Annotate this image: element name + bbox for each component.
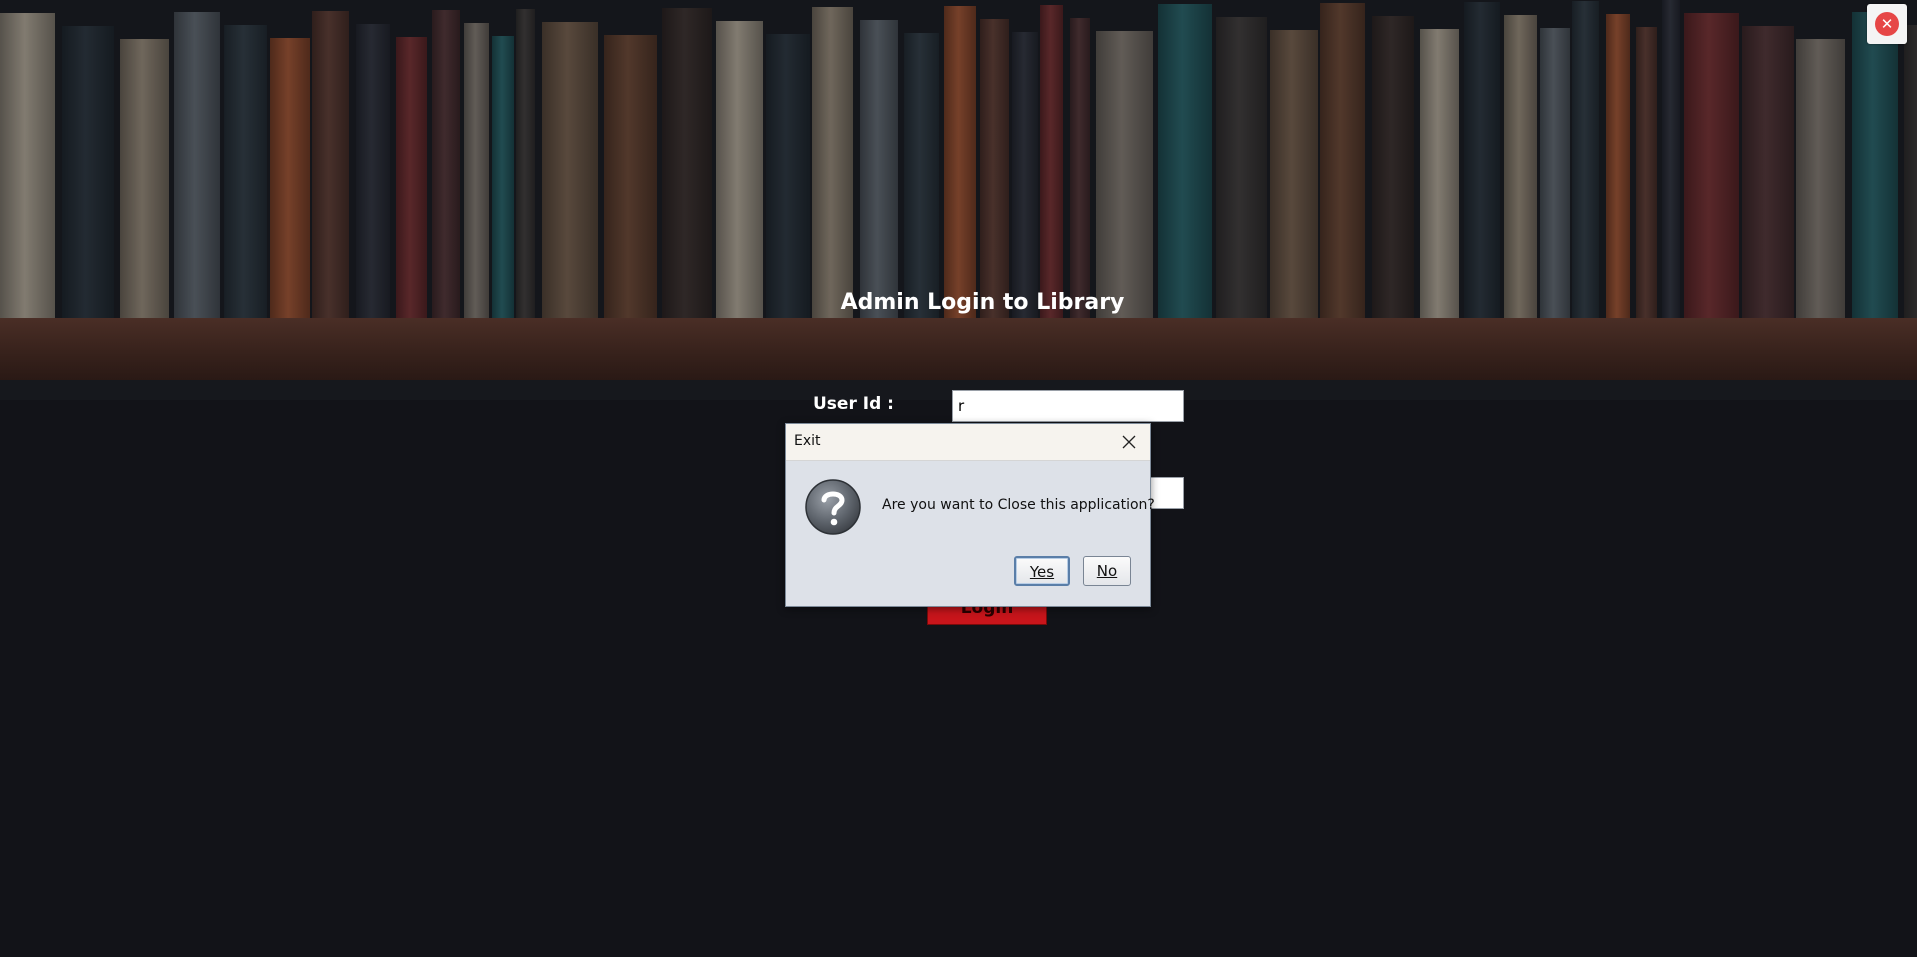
book-spine (812, 7, 853, 318)
book-spine (766, 34, 810, 318)
app-close-button[interactable]: ✕ (1867, 4, 1907, 44)
book-spine (0, 13, 55, 318)
book-spine (1012, 32, 1038, 318)
book-spine (1572, 1, 1599, 318)
dialog-title: Exit (794, 433, 821, 449)
book-spine (860, 20, 898, 318)
book-spine (1742, 26, 1794, 318)
book-spine (1684, 13, 1739, 318)
book-spine (432, 10, 460, 318)
page-title: Admin Login to Library (840, 290, 1125, 315)
book-spine (1216, 17, 1267, 318)
dialog-titlebar: Exit (786, 424, 1150, 461)
desktop-screen: ✕ Admin Login to Library User Id : Login… (0, 0, 1917, 957)
book-spine (604, 35, 657, 318)
book-spine (174, 12, 220, 318)
yes-button[interactable]: Yes (1014, 556, 1070, 586)
shelf-plank (0, 318, 1917, 380)
book-spine (944, 6, 976, 318)
book-spine (1270, 30, 1318, 318)
book-spine (716, 21, 763, 318)
book-spine (1796, 39, 1845, 318)
book-spine (120, 39, 169, 318)
book-spine (662, 8, 712, 318)
book-spine (1420, 29, 1459, 318)
exit-dialog: Exit Are you want to Close this applicat… (785, 423, 1155, 607)
book-spine (312, 11, 349, 318)
book-spine (1070, 18, 1090, 318)
book-spine (1540, 28, 1570, 318)
book-spine (1464, 2, 1500, 318)
book-spine (1040, 5, 1063, 318)
book-spine (62, 26, 114, 318)
book-spine (464, 23, 489, 318)
book-spine (1096, 31, 1153, 318)
book-spine (516, 9, 535, 318)
book-spine (980, 19, 1009, 318)
book-spine (1662, 0, 1680, 318)
book-spine (1320, 3, 1365, 318)
userid-label: User Id : (813, 394, 894, 414)
close-circle-icon: ✕ (1875, 12, 1899, 36)
book-spine (1852, 12, 1898, 318)
book-spine (1904, 25, 1917, 318)
book-spine (492, 36, 514, 318)
book-spine (542, 22, 598, 318)
book-spine (904, 33, 939, 318)
book-spine (1606, 14, 1630, 318)
dialog-message: Are you want to Close this application? (882, 497, 1155, 513)
dialog-close-button[interactable] (1114, 427, 1144, 457)
book-spine (224, 25, 267, 318)
book-spine (1158, 4, 1212, 318)
close-icon (1122, 435, 1136, 449)
book-spine (1504, 15, 1537, 318)
book-spine (1636, 27, 1657, 318)
userid-input[interactable] (952, 390, 1184, 422)
no-button[interactable]: No (1083, 556, 1131, 586)
book-spine (1372, 16, 1414, 318)
book-spine (356, 24, 390, 318)
question-icon (805, 479, 861, 535)
book-spine (270, 38, 310, 318)
book-spine (396, 37, 427, 318)
